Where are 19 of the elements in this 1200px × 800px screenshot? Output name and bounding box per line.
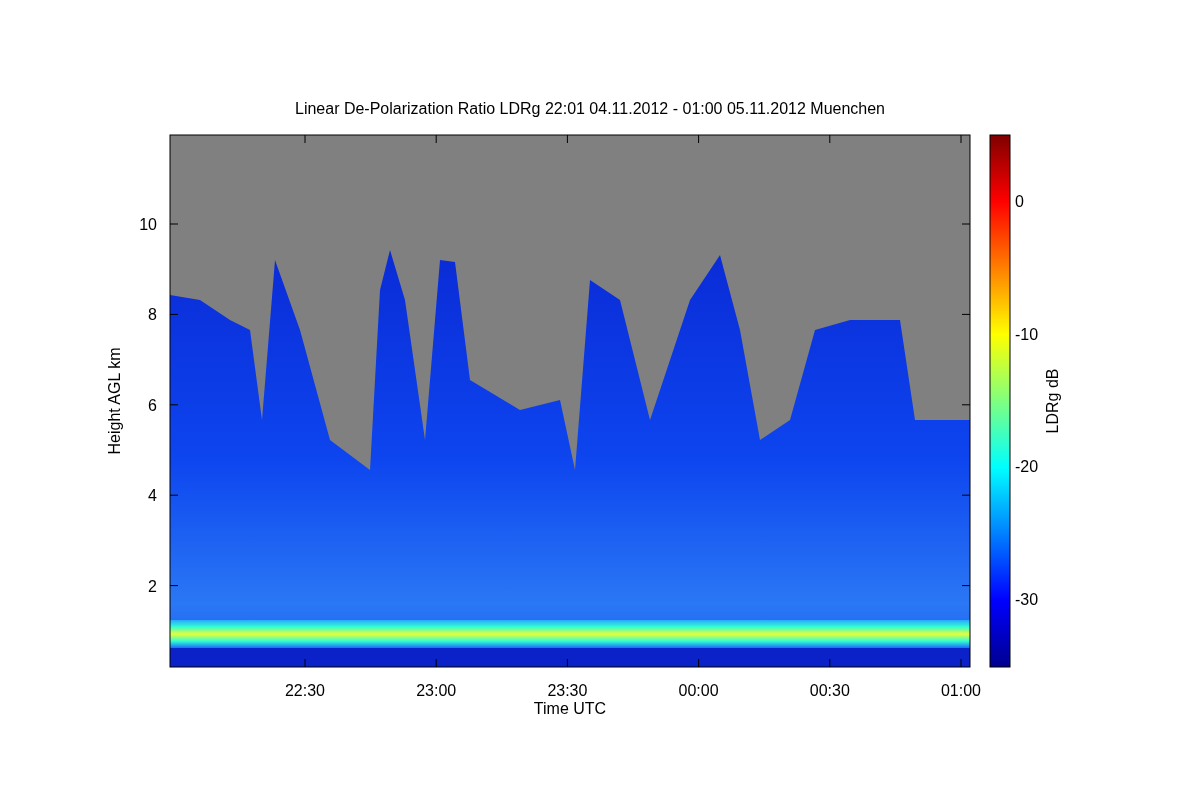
y-axis-label: Height AGL km — [106, 347, 123, 455]
x-tick-label: 22:30 — [285, 682, 325, 699]
chart-title: Linear De-Polarization Ratio LDRg 22:01 04.11.2012 - 01:00 05.11.2012 Muenchen — [295, 100, 885, 117]
y-tick-label: 4 — [148, 487, 157, 505]
colorbar-tick-label: -30 — [1015, 591, 1039, 609]
colorbar-tick-label: 0 — [1015, 193, 1024, 210]
colorbar-label: LDRg dB — [1044, 368, 1061, 434]
colorbar-tick-label: -10 — [1015, 325, 1039, 343]
y-tick-label: 8 — [148, 306, 157, 324]
x-tick-label: 23:00 — [416, 682, 457, 699]
y-tick-label: 2 — [148, 577, 157, 595]
x-tick-label: 23:30 — [547, 682, 588, 699]
x-tick-label: 00:30 — [809, 682, 850, 699]
x-axis-label: Time UTC — [533, 700, 607, 717]
y-tick-label: 6 — [148, 396, 157, 414]
x-tick-label: 01:00 — [941, 682, 981, 699]
y-tick-label: 10 — [139, 216, 157, 233]
x-tick-label: 00:00 — [678, 682, 719, 699]
colorbar-tick-label: -20 — [1015, 458, 1039, 476]
